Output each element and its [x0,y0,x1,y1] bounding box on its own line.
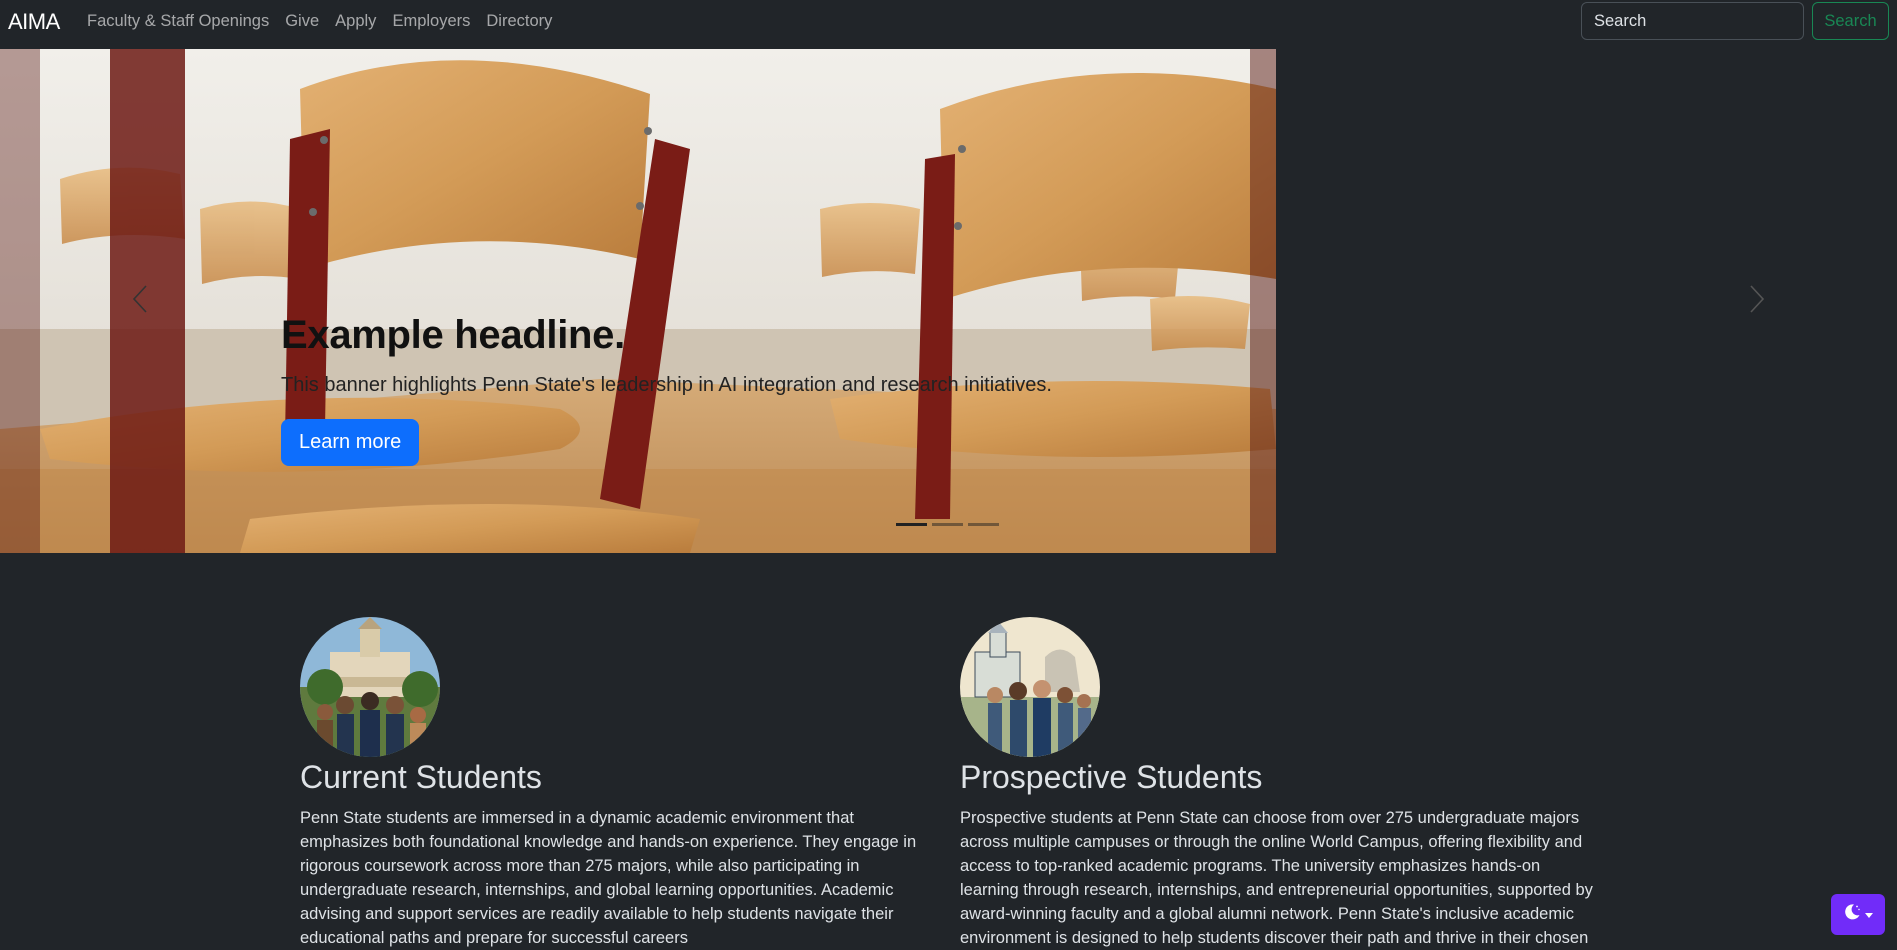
theme-toggle-button[interactable] [1831,894,1885,935]
chevron-right-icon [1749,284,1765,319]
nav-links: Faculty & Staff Openings Give Apply Empl… [79,0,560,43]
carousel-indicators [896,523,999,526]
learn-more-button[interactable]: Learn more [281,419,420,466]
current-students-image [300,617,440,757]
search-input[interactable] [1581,2,1804,40]
nav-link-apply[interactable]: Apply [327,12,384,31]
nav-link-faculty-staff-openings[interactable]: Faculty & Staff Openings [79,12,277,31]
prospective-students-section: Prospective Students Prospective student… [960,617,1600,950]
carousel-prev-button[interactable] [120,49,160,553]
prospective-students-title: Prospective Students [960,759,1263,795]
search-form: Search [1581,2,1889,40]
current-students-text: Penn State students are immersed in a dy… [300,809,917,947]
prospective-students-image [960,617,1100,757]
current-students-section: Current Students Penn State students are… [300,617,940,950]
nav-link-give[interactable]: Give [277,12,327,31]
carousel-headline: Example headline. [281,313,625,357]
hero-image-classroom-chairs [0,49,1276,553]
caret-down-icon [1865,906,1873,924]
brand-logo[interactable]: AIMA [8,9,60,35]
carousel-caption: Example headline. This banner highlights… [281,313,1181,466]
chevron-left-icon [132,284,148,319]
current-students-title: Current Students [300,759,542,795]
prospective-students-text: Prospective students at Penn State can c… [960,809,1593,947]
carousel-indicator-3[interactable] [968,523,999,526]
nav-link-employers[interactable]: Employers [384,12,478,31]
search-button[interactable]: Search [1812,2,1889,40]
carousel-next-button[interactable] [1737,49,1777,553]
moon-icon [1843,903,1861,926]
top-navbar: AIMA Faculty & Staff Openings Give Apply… [0,0,1897,49]
carousel-text: This banner highlights Penn State's lead… [281,374,1052,396]
hero-carousel: Example headline. This banner highlights… [0,49,1897,553]
carousel-indicator-2[interactable] [932,523,963,526]
nav-link-directory[interactable]: Directory [478,12,560,31]
carousel-indicator-1[interactable] [896,523,927,526]
